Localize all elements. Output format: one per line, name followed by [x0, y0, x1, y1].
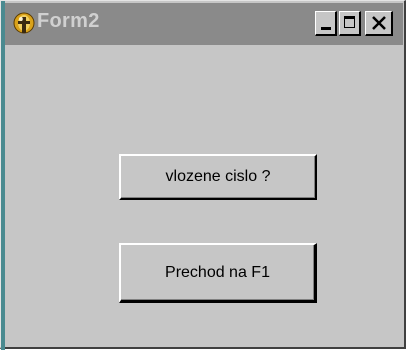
window-title: Form2	[37, 10, 100, 32]
maximize-icon	[344, 16, 355, 28]
input-number-button-label: vlozene cislo ?	[165, 168, 271, 185]
window-left-edge	[1, 1, 5, 350]
close-icon	[372, 16, 386, 30]
go-to-f1-button-label: Prechod na F1	[165, 263, 270, 281]
minimize-icon	[321, 27, 331, 30]
maximize-button[interactable]	[339, 11, 361, 36]
minimize-button[interactable]	[315, 11, 337, 36]
close-button[interactable]	[365, 11, 393, 36]
input-number-button[interactable]: vlozene cislo ?	[119, 154, 317, 200]
go-to-f1-button[interactable]: Prechod na F1	[119, 243, 317, 303]
app-icon[interactable]	[13, 11, 35, 37]
title-bar[interactable]: Form2	[5, 3, 403, 45]
form2-window: Form2 vlozene cislo ? Prechod na F1	[0, 0, 406, 350]
